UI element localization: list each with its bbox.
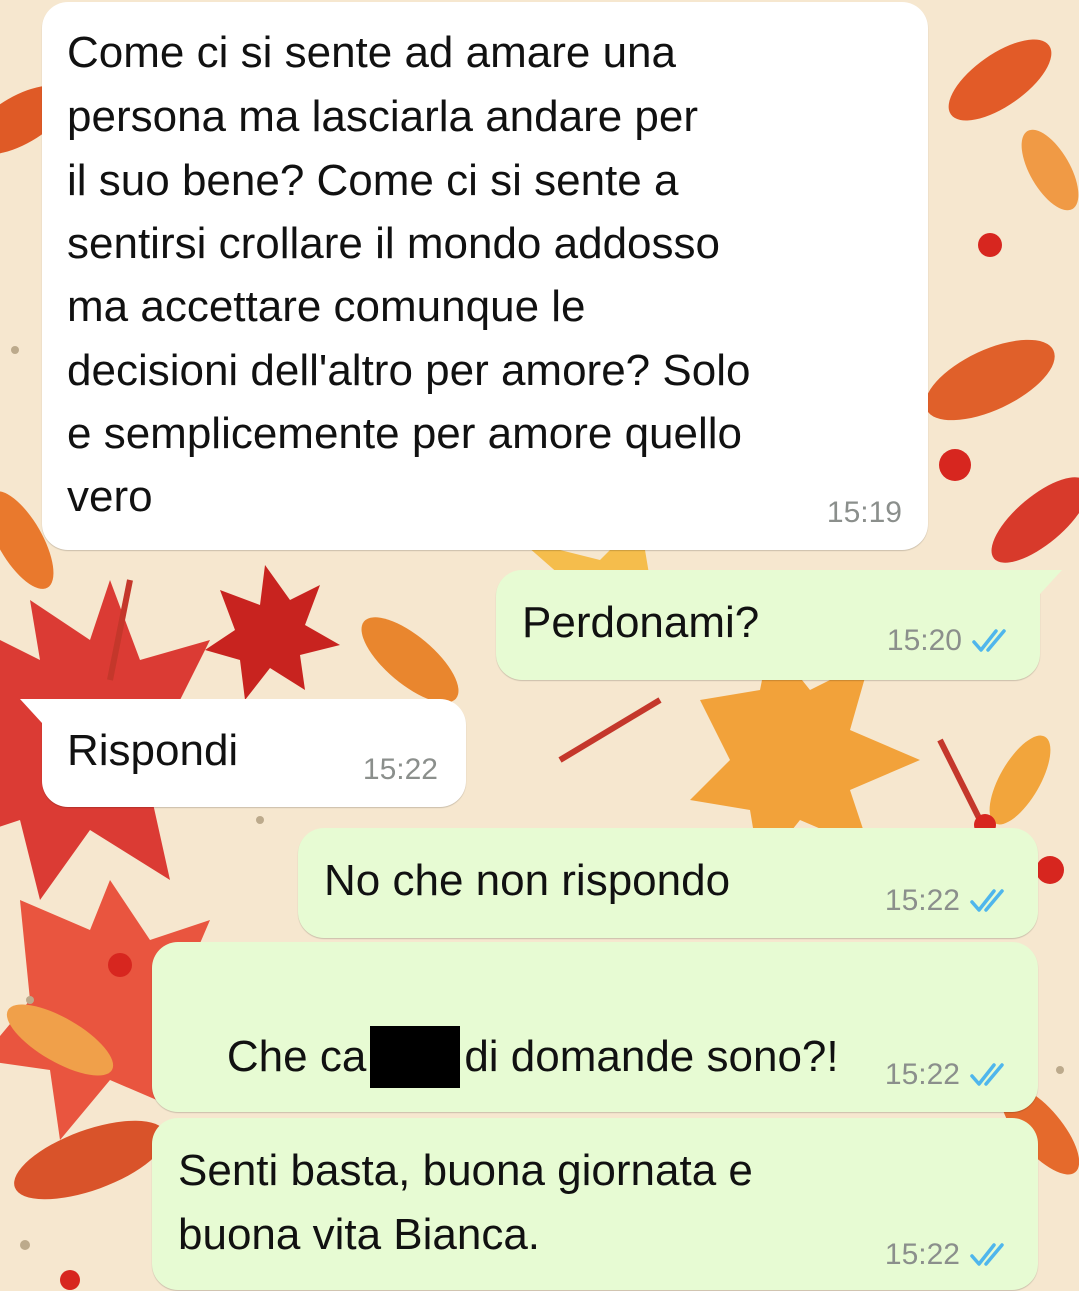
timestamp-text: 15:22 [884, 884, 960, 917]
message-text: Rispondi [67, 726, 239, 775]
message-text: No che non rispondo [324, 856, 731, 905]
message-timestamp: 15:22 [885, 884, 1014, 918]
read-double-check-icon [972, 629, 1006, 652]
message-line: vero [67, 472, 153, 521]
message-line: ma accettare comunque le [67, 282, 586, 331]
outgoing-message-bubble[interactable]: Senti basta, buona giornata e buona vita… [152, 1118, 1038, 1290]
message-timestamp: 15:22 [363, 753, 438, 787]
message-line: decisioni dell'altro per amore? Solo [67, 346, 751, 395]
message-line: e semplicemente per amore quello [67, 409, 743, 458]
message-timestamp: 15:20 [887, 624, 1016, 658]
message-line: il suo bene? Come ci si sente a [67, 156, 679, 205]
message-line: Come ci si sente ad amare una [67, 28, 676, 77]
bubble-tail-icon [1030, 570, 1062, 594]
timestamp-text: 15:22 [362, 753, 438, 786]
read-double-check-icon [970, 1243, 1004, 1266]
read-double-check-icon [970, 889, 1004, 912]
outgoing-message-bubble[interactable]: No che non rispondo 15:22 [298, 828, 1038, 938]
redaction-block [370, 1026, 461, 1088]
incoming-message-bubble[interactable]: Rispondi 15:22 [42, 699, 466, 807]
bubble-tail-icon [20, 699, 52, 723]
timestamp-text: 15:19 [826, 496, 902, 529]
message-line: persona ma lasciarla andare per [67, 92, 699, 141]
timestamp-text: 15:22 [884, 1058, 960, 1091]
message-text-part: di domande sono?! [464, 1032, 839, 1081]
message-timestamp: 15:22 [885, 1058, 1014, 1092]
incoming-message-bubble[interactable]: Come ci si sente ad amare una persona ma… [42, 2, 928, 550]
message-text: Perdonami? [522, 598, 760, 647]
message-line: buona vita Bianca. [178, 1210, 541, 1259]
message-timestamp: 15:19 [827, 496, 902, 530]
message-line: Senti basta, buona giornata e [178, 1146, 753, 1195]
outgoing-message-bubble[interactable]: Perdonami? 15:20 [496, 570, 1040, 680]
read-double-check-icon [970, 1063, 1004, 1086]
outgoing-message-bubble[interactable]: Che ca di domande sono?! 15:22 [152, 942, 1038, 1112]
message-timestamp: 15:22 [885, 1238, 1014, 1272]
message-line: sentirsi crollare il mondo addosso [67, 219, 720, 268]
timestamp-text: 15:20 [886, 624, 962, 657]
timestamp-text: 15:22 [884, 1238, 960, 1271]
message-text-part: Che ca [226, 1032, 367, 1081]
